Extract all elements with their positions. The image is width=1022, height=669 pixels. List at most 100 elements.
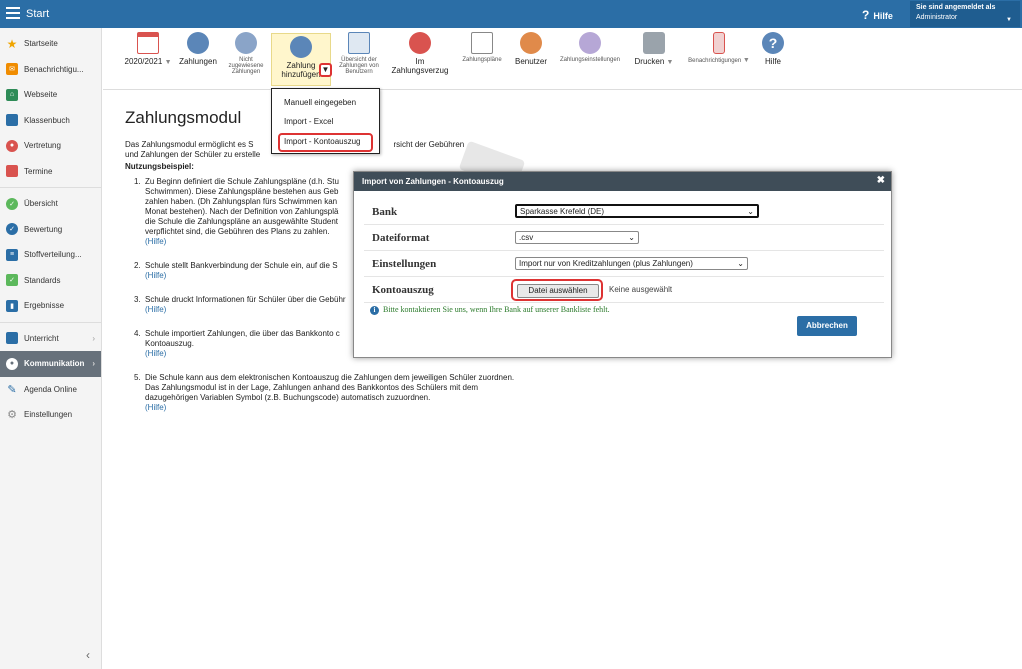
- menu-icon[interactable]: [6, 7, 20, 19]
- document-icon: [348, 32, 370, 54]
- pen-icon: ✎: [7, 383, 17, 396]
- cancel-button[interactable]: Abbrechen: [797, 316, 857, 336]
- sidebar-item-vertretung[interactable]: ● Vertretung: [0, 133, 101, 159]
- add-payment-dropdown-toggle[interactable]: ▼: [319, 63, 332, 77]
- usage-heading: Nutzungsbeispiel:: [125, 162, 194, 171]
- sidebar-item-termine[interactable]: Termine: [0, 159, 101, 185]
- settings-row: Einstellungen Import nur von Kreditzahlu…: [364, 251, 884, 277]
- help-link[interactable]: (Hilfe): [145, 403, 565, 413]
- chevron-down-icon: ▼: [1006, 17, 1012, 23]
- overdue-bag-icon: [409, 32, 431, 54]
- bank-row: Bank Sparkasse Krefeld (DE) ⌄: [364, 199, 884, 225]
- calendar-icon: [6, 165, 18, 178]
- phone-icon: [713, 32, 725, 54]
- help-link[interactable]: ? Hilfe: [862, 8, 893, 22]
- question-icon: ?: [862, 8, 870, 22]
- toolbar: 2020/2021 ▼ Zahlungen Nicht zugewiesene …: [103, 28, 1022, 90]
- help-circle-icon: ?: [762, 32, 784, 54]
- person-icon: ●: [6, 139, 18, 152]
- chevron-down-icon: ⌄: [747, 207, 754, 216]
- statement-label: Kontoauszug: [372, 284, 434, 296]
- sidebar-item-unterricht[interactable]: Unterricht ›: [0, 326, 101, 352]
- settings-label: Einstellungen: [372, 258, 437, 270]
- list-icon: ≡: [6, 248, 18, 261]
- info-icon: i: [370, 306, 379, 315]
- menu-item-manual[interactable]: Manuell eingegeben: [272, 95, 379, 114]
- printer-icon: [643, 32, 665, 54]
- statement-row: Kontoauszug Datei auswählen Keine ausgew…: [364, 277, 884, 303]
- choose-file-button[interactable]: Datei auswählen: [517, 284, 599, 298]
- sidebar-divider: [0, 187, 101, 188]
- no-file-text: Keine ausgewählt: [609, 285, 673, 294]
- chevron-right-icon: ›: [92, 359, 95, 369]
- print-button[interactable]: Drucken ▼: [631, 32, 677, 66]
- top-bar: Start ? Hilfe Sie sind angemeldet als Adm…: [0, 0, 1022, 28]
- add-payment-menu: Manuell eingegeben Import - Excel Import…: [271, 88, 380, 154]
- sidebar-item-startseite[interactable]: ★ Startseite: [0, 31, 101, 57]
- users-button[interactable]: Benutzer: [511, 32, 551, 66]
- import-dialog: Import von Zahlungen - Kontoauszug ✖ Ban…: [353, 171, 892, 358]
- sidebar-item-webseite[interactable]: ⌂ Webseite: [0, 82, 101, 108]
- payments-button[interactable]: Zahlungen: [177, 32, 219, 66]
- payment-settings-button[interactable]: Zahlungseinstellungen: [555, 32, 625, 63]
- menu-item-import-excel[interactable]: Import - Excel: [272, 114, 379, 133]
- year-selector[interactable]: 2020/2021 ▼: [117, 32, 179, 66]
- bank-info: i Bitte kontaktieren Sie uns, wenn Ihre B…: [370, 305, 610, 315]
- sidebar-item-standards[interactable]: ✓ Standards: [0, 268, 101, 294]
- book-icon: [6, 114, 18, 127]
- question-bag-icon: [235, 32, 257, 54]
- settings-select[interactable]: Import nur von Kreditzahlungen (plus Zah…: [515, 257, 748, 270]
- payments-overview-button[interactable]: Übersicht der Zahlungen von Benutzern: [335, 32, 383, 75]
- gear-icon: ⚙: [7, 409, 17, 422]
- chevron-down-icon: ⌄: [737, 259, 744, 268]
- sidebar-item-ergebnisse[interactable]: ▮ Ergebnisse: [0, 293, 101, 319]
- payment-plans-button[interactable]: Zahlungspläne: [457, 32, 507, 63]
- shield-icon: ✓: [6, 274, 18, 287]
- list-item: 5. Die Schule kann aus dem elektronische…: [125, 373, 565, 413]
- sidebar-item-uebersicht[interactable]: ✓ Übersicht: [0, 191, 101, 217]
- user-icon: [520, 32, 542, 54]
- sidebar-item-klassenbuch[interactable]: Klassenbuch: [0, 108, 101, 134]
- sidebar-item-agenda-online[interactable]: ✎ Agenda Online: [0, 377, 101, 403]
- sidebar-item-benachrichtigungen[interactable]: ✉ Benachrichtigu...: [0, 57, 101, 83]
- mail-icon: ✉: [6, 63, 18, 76]
- format-select[interactable]: .csv ⌄: [515, 231, 639, 244]
- sidebar-item-stoffverteilung[interactable]: ≡ Stoffverteilung...: [0, 242, 101, 268]
- menu-item-import-statement[interactable]: Import - Kontoauszug: [278, 133, 373, 152]
- grade-icon: ✓: [6, 223, 18, 236]
- notifications-button[interactable]: Benachrichtigungen ▼: [681, 32, 757, 64]
- chevron-right-icon: ›: [92, 333, 95, 343]
- bank-select[interactable]: Sparkasse Krefeld (DE) ⌄: [515, 204, 759, 218]
- calendar-icon: [137, 32, 159, 54]
- app-title[interactable]: Start: [26, 8, 49, 20]
- overdue-button[interactable]: Im Zahlungsverzug: [387, 32, 453, 75]
- collapse-sidebar-icon[interactable]: ‹: [86, 648, 90, 662]
- money-bag-icon: [187, 32, 209, 54]
- help-button[interactable]: ? Hilfe: [759, 32, 787, 66]
- chevron-down-icon: ⌄: [628, 233, 635, 242]
- user-menu[interactable]: Sie sind angemeldet als Administrator ▼: [910, 1, 1020, 27]
- chevron-down-icon: ▼: [164, 59, 172, 66]
- check-icon: ✓: [6, 197, 18, 210]
- sidebar-item-bewertung[interactable]: ✓ Bewertung: [0, 217, 101, 243]
- star-icon: ★: [6, 36, 18, 51]
- unassigned-payments-button[interactable]: Nicht zugewiesene Zahlungen: [223, 32, 269, 75]
- bar-chart-icon: ▮: [6, 299, 18, 312]
- file-button-highlight: Datei auswählen: [511, 279, 603, 301]
- chevron-down-icon: ▼: [742, 57, 750, 64]
- board-icon: [6, 332, 18, 345]
- close-icon[interactable]: ✖: [877, 175, 885, 186]
- sidebar-item-einstellungen[interactable]: ⚙ Einstellungen: [0, 402, 101, 428]
- plan-document-icon: [471, 32, 493, 54]
- gear-icon: [579, 32, 601, 54]
- bank-label: Bank: [372, 206, 398, 218]
- add-payment-button[interactable]: Zahlung hinzufügen ▼: [271, 33, 332, 86]
- sidebar: ★ Startseite ✉ Benachrichtigu... ⌂ Webseite…: [0, 28, 102, 669]
- format-row: Dateiformat .csv ⌄: [364, 225, 884, 251]
- dialog-title: Import von Zahlungen - Kontoauszug: [362, 177, 504, 186]
- chevron-down-icon: ▼: [666, 59, 674, 66]
- sidebar-divider: [0, 321, 101, 323]
- dialog-header: Import von Zahlungen - Kontoauszug ✖: [354, 172, 891, 191]
- sidebar-item-kommunikation[interactable]: ● Kommunikation ›: [0, 351, 101, 377]
- format-label: Dateiformat: [372, 232, 430, 244]
